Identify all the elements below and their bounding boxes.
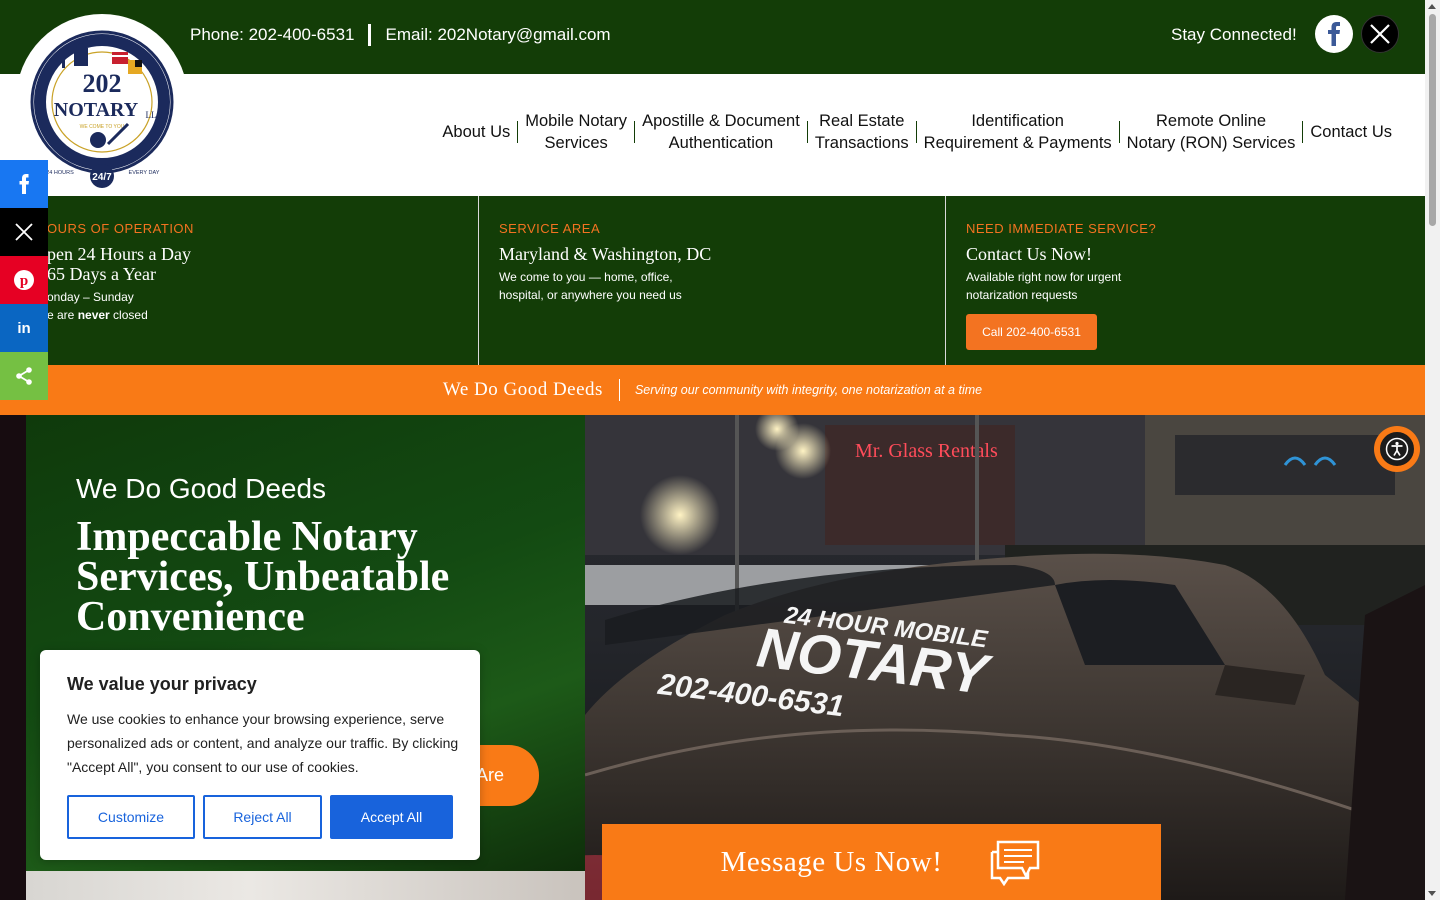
linkedin-icon: in xyxy=(17,320,30,337)
share-linkedin-button[interactable]: in xyxy=(0,304,48,352)
contact-info: Phone: 202-400-6531 Email: 202Notary@gma… xyxy=(190,24,611,46)
cookie-consent-dialog: We value your privacy We use cookies to … xyxy=(40,650,480,860)
top-bar: Phone: 202-400-6531 Email: 202Notary@gma… xyxy=(0,0,1425,74)
logo-hours-right: EVERY DAY xyxy=(129,170,160,176)
nav-identification[interactable]: Identification Requirement & Payments xyxy=(917,110,1119,154)
share-icon xyxy=(16,367,32,385)
hours-of-operation: OURS OF OPERATION pen 24 Hours a Day 65 … xyxy=(0,196,479,365)
nav-about-us[interactable]: About Us xyxy=(435,121,517,143)
share-more-button[interactable] xyxy=(0,352,48,400)
hero-edge xyxy=(0,415,26,900)
main-navbar: About Us Mobile Notary Services Apostille… xyxy=(0,74,1425,196)
immediate-detail: Available right now for urgent notarizat… xyxy=(966,270,1122,302)
banner-subtitle: Serving our community with integrity, on… xyxy=(634,383,983,397)
banner-title: We Do Good Deeds xyxy=(442,379,603,400)
logo-text-202: 202 xyxy=(83,69,122,98)
message-us-label: Message Us Now! xyxy=(720,845,943,878)
accessibility-button[interactable] xyxy=(1374,426,1420,472)
facebook-icon xyxy=(19,174,29,194)
divider xyxy=(368,24,372,46)
hero-kicker: We Do Good Deeds xyxy=(76,473,327,504)
cookie-title: We value your privacy xyxy=(67,674,257,694)
x-twitter-icon xyxy=(15,223,33,241)
logo-text-llc: LLC xyxy=(146,110,163,120)
hours-heading: pen 24 Hours a Day 65 Days a Year xyxy=(47,244,191,284)
scroll-up-arrow[interactable] xyxy=(1428,4,1436,9)
phone-link[interactable]: Phone: 202-400-6531 xyxy=(190,25,354,45)
share-pinterest-button[interactable]: p xyxy=(0,256,48,304)
stay-connected-label: Stay Connected! xyxy=(1171,25,1297,44)
message-us-button[interactable]: Message Us Now! xyxy=(602,824,1161,900)
accessibility-icon xyxy=(1378,430,1416,468)
share-x-button[interactable] xyxy=(0,208,48,256)
hero-bottom-image xyxy=(26,871,585,900)
cookie-body: We use cookies to enhance your browsing … xyxy=(67,711,459,775)
nav-contact-us[interactable]: Contact Us xyxy=(1303,121,1399,143)
nav-remote-online[interactable]: Remote Online Notary (RON) Services xyxy=(1120,110,1303,154)
nav-apostille[interactable]: Apostille & Document Authentication xyxy=(635,110,807,154)
info-band: OURS OF OPERATION pen 24 Hours a Day 65 … xyxy=(0,196,1425,365)
svg-text:p: p xyxy=(20,273,28,289)
share-sidebar: p in xyxy=(0,160,48,400)
hours-label: OURS OF OPERATION xyxy=(47,221,194,236)
call-button[interactable]: Call 202-400-6531 xyxy=(966,314,1097,350)
accept-all-button[interactable]: Accept All xyxy=(330,795,453,839)
scrollbar-thumb[interactable] xyxy=(1429,14,1436,226)
email-link[interactable]: Email: 202Notary@gmail.com xyxy=(385,25,610,45)
nav-mobile-notary[interactable]: Mobile Notary Services xyxy=(518,110,634,154)
logo-tagline: WE COME TO YOU xyxy=(80,124,125,130)
banner-divider xyxy=(618,379,620,401)
hero-headline: Impeccable Notary Services, Unbeatable C… xyxy=(76,514,450,640)
hours-detail: onday – Sunday e are never closed xyxy=(47,290,148,322)
service-area-heading: Maryland & Washington, DC xyxy=(499,244,712,264)
svg-text:in: in xyxy=(17,320,30,337)
service-area-detail: We come to you — home, office, hospital,… xyxy=(499,270,682,302)
service-area-label: SERVICE AREA xyxy=(499,221,601,236)
immediate-label: NEED IMMEDIATE SERVICE? xyxy=(966,221,1157,236)
chat-bubbles-icon xyxy=(991,840,1040,886)
immediate-heading: Contact Us Now! xyxy=(966,244,1092,264)
customize-button[interactable]: Customize xyxy=(67,795,195,839)
service-area: SERVICE AREA Maryland & Washington, DC W… xyxy=(479,196,946,365)
x-twitter-icon[interactable] xyxy=(1361,15,1399,53)
reject-all-button[interactable]: Reject All xyxy=(203,795,322,839)
logo-hours-left: 24 HOURS xyxy=(46,170,74,176)
pinterest-icon: p xyxy=(14,270,34,290)
scroll-down-arrow[interactable] xyxy=(1428,891,1436,896)
facebook-icon[interactable] xyxy=(1315,15,1353,53)
nav-real-estate[interactable]: Real Estate Transactions xyxy=(808,110,916,154)
logo-badge: 24/7 xyxy=(92,172,112,183)
logo-text-notary: NOTARY xyxy=(54,99,139,121)
main-menu: About Us Mobile Notary Services Apostille… xyxy=(435,110,1399,154)
share-facebook-button[interactable] xyxy=(0,160,48,208)
good-deeds-banner: We Do Good Deeds Serving our community w… xyxy=(0,365,1425,415)
page-scrollbar[interactable] xyxy=(1425,0,1440,900)
immediate-service: NEED IMMEDIATE SERVICE? Contact Us Now! … xyxy=(946,196,1425,365)
